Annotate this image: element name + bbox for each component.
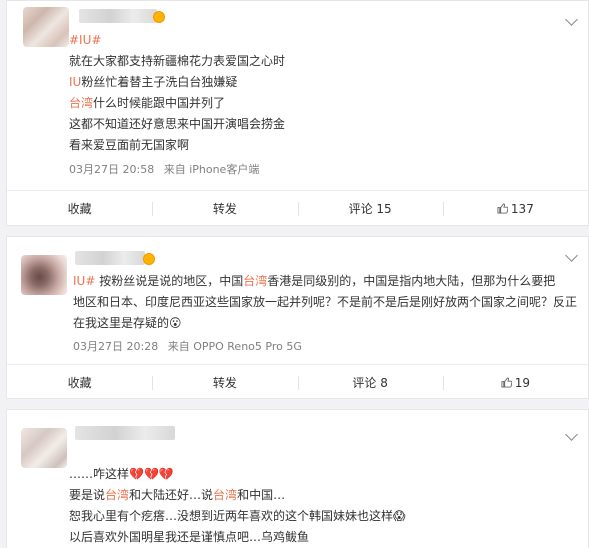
username[interactable] xyxy=(75,426,175,440)
text-segment: 粉丝忙着替主子洗白台独嫌疑 xyxy=(81,75,238,89)
username[interactable] xyxy=(79,9,157,23)
comment-label: 评论 8 xyxy=(352,376,388,390)
like-count: 19 xyxy=(514,376,531,390)
post-text: IU# 按粉丝说是说的地区，中国台湾香港是同级别的，中国是指内地大陆，但那为什么… xyxy=(73,271,578,334)
favorite-label: 收藏 xyxy=(67,376,92,390)
text-line: 以后喜欢外国明星我还是谨慎点吧…乌鸡鲅鱼 xyxy=(69,527,574,548)
post-card: IU# 按粉丝说是说的地区，中国台湾香港是同级别的，中国是指内地大陆，但那为什么… xyxy=(6,236,589,399)
post-source: 来自 OPPO Reno5 Pro 5G xyxy=(167,340,302,353)
post-meta: 03月27日 20:58 来自 iPhone客户端 xyxy=(69,161,259,177)
text-line: ……咋这样💔💔💔 xyxy=(69,464,574,485)
action-bar: 收藏 转发 评论 15 137 xyxy=(7,190,588,227)
text-line: IU粉丝忙着替主子洗白台独嫌疑 xyxy=(69,72,574,93)
post-source: 来自 iPhone客户端 xyxy=(163,163,260,176)
thumbs-up-icon xyxy=(497,203,508,214)
highlight-link[interactable]: 台湾 xyxy=(243,274,267,288)
text-segment: 恕我心里有个疙瘩…没想到近两年喜欢的这个韩国妹妹也这样 xyxy=(69,509,394,523)
repost-label: 转发 xyxy=(212,376,237,390)
avatar[interactable] xyxy=(21,428,67,468)
text-segment: 地区和日本、印度尼西亚这些国家放一起并列呢？不是前不是后是刚好放两个国家之间呢？… xyxy=(73,295,578,309)
text-line: 台湾什么时候能跟中国并列了 xyxy=(69,93,574,114)
action-bar: 收藏 转发 评论 8 19 xyxy=(7,364,588,401)
emoji-icon: 😱 xyxy=(393,509,406,523)
post-card: ……咋这样💔💔💔 要是说台湾和大陆还好…说台湾和中国… 恕我心里有个疙瘩…没想到近两… xyxy=(6,409,589,548)
text-line: 就在大家都支持新疆棉花力表爱国之心时 xyxy=(69,51,574,72)
repost-button[interactable]: 转发 xyxy=(152,365,297,401)
text-line: 要是说台湾和大陆还好…说台湾和中国… xyxy=(69,485,574,506)
text-segment: ……咋这样 xyxy=(69,467,130,481)
text-segment: 看来爱豆面前无国家啊 xyxy=(69,138,190,152)
highlight-link[interactable]: 台湾 xyxy=(213,488,237,502)
comment-button[interactable]: 评论 8 xyxy=(297,365,443,401)
text-segment: 以后喜欢外国明星我还是谨慎点吧…乌鸡鲅鱼 xyxy=(69,530,310,544)
emoji-icon: 💔💔💔 xyxy=(129,467,174,481)
post-text: ……咋这样💔💔💔 要是说台湾和大陆还好…说台湾和中国… 恕我心里有个疙瘩…没想到近两… xyxy=(69,464,574,548)
text-segment: 和大陆还好…说 xyxy=(129,488,214,502)
chevron-down-icon[interactable] xyxy=(565,428,578,441)
emoji-icon: 😮 xyxy=(169,316,182,330)
favorite-button[interactable]: 收藏 xyxy=(7,365,152,401)
post-card: #IU# 就在大家都支持新疆棉花力表爱国之心时 IU粉丝忙着替主子洗白台独嫌疑 台湾… xyxy=(6,0,589,226)
text-line: 地区和日本、印度尼西亚这些国家放一起并列呢？不是前不是后是刚好放两个国家之间呢？… xyxy=(73,292,578,313)
comment-label: 评论 15 xyxy=(348,202,392,216)
text-segment: 什么时候能跟中国并列了 xyxy=(93,96,226,110)
like-button[interactable]: 137 xyxy=(442,191,588,227)
text-line: 恕我心里有个疙瘩…没想到近两年喜欢的这个韩国妹妹也这样😱 xyxy=(69,506,574,527)
text-segment: 按粉丝说是说的地区，中国 xyxy=(95,274,244,288)
post-text: 就在大家都支持新疆棉花力表爱国之心时 IU粉丝忙着替主子洗白台独嫌疑 台湾什么时候能… xyxy=(69,51,574,156)
vip-badge-icon xyxy=(153,11,165,23)
topic-tag[interactable]: #IU# xyxy=(69,33,101,47)
chevron-down-icon[interactable] xyxy=(565,249,578,262)
text-segment: 在我这里是存疑的 xyxy=(73,316,170,330)
like-button[interactable]: 19 xyxy=(442,365,588,401)
text-segment: 这都不知道还好意思来中国开演唱会捞金 xyxy=(69,117,286,131)
avatar[interactable] xyxy=(23,7,69,47)
highlight-link[interactable]: 台湾 xyxy=(69,96,93,110)
repost-label: 转发 xyxy=(212,202,237,216)
favorite-label: 收藏 xyxy=(67,202,92,216)
comment-button[interactable]: 评论 15 xyxy=(297,191,443,227)
text-line: 看来爱豆面前无国家啊 xyxy=(69,135,574,156)
text-segment: 香港是同级别的，中国是指内地大陆，但那为什么要把 xyxy=(267,274,556,288)
username[interactable] xyxy=(75,251,145,265)
avatar[interactable] xyxy=(21,255,67,295)
highlight-link[interactable]: 台湾 xyxy=(105,488,129,502)
text-line: 在我这里是存疑的😮 xyxy=(73,313,574,334)
like-count: 137 xyxy=(510,202,534,216)
text-line: IU# 按粉丝说是说的地区，中国台湾香港是同级别的，中国是指内地大陆，但那为什么… xyxy=(73,271,574,292)
text-segment: 就在大家都支持新疆棉花力表爱国之心时 xyxy=(69,54,286,68)
chevron-down-icon[interactable] xyxy=(565,13,578,26)
post-meta: 03月27日 20:28 来自 OPPO Reno5 Pro 5G xyxy=(73,338,302,354)
post-time[interactable]: 03月27日 20:28 xyxy=(73,340,158,353)
post-time[interactable]: 03月27日 20:58 xyxy=(69,163,154,176)
text-segment: 要是说 xyxy=(69,488,106,502)
repost-button[interactable]: 转发 xyxy=(152,191,297,227)
highlight-link[interactable]: IU xyxy=(69,75,81,89)
thumbs-up-icon xyxy=(501,377,512,388)
highlight-link[interactable]: IU# xyxy=(73,274,95,288)
text-line: 这都不知道还好意思来中国开演唱会捞金 xyxy=(69,114,574,135)
favorite-button[interactable]: 收藏 xyxy=(7,191,152,227)
text-segment: 和中国… xyxy=(237,488,286,502)
vip-badge-icon xyxy=(143,253,155,265)
